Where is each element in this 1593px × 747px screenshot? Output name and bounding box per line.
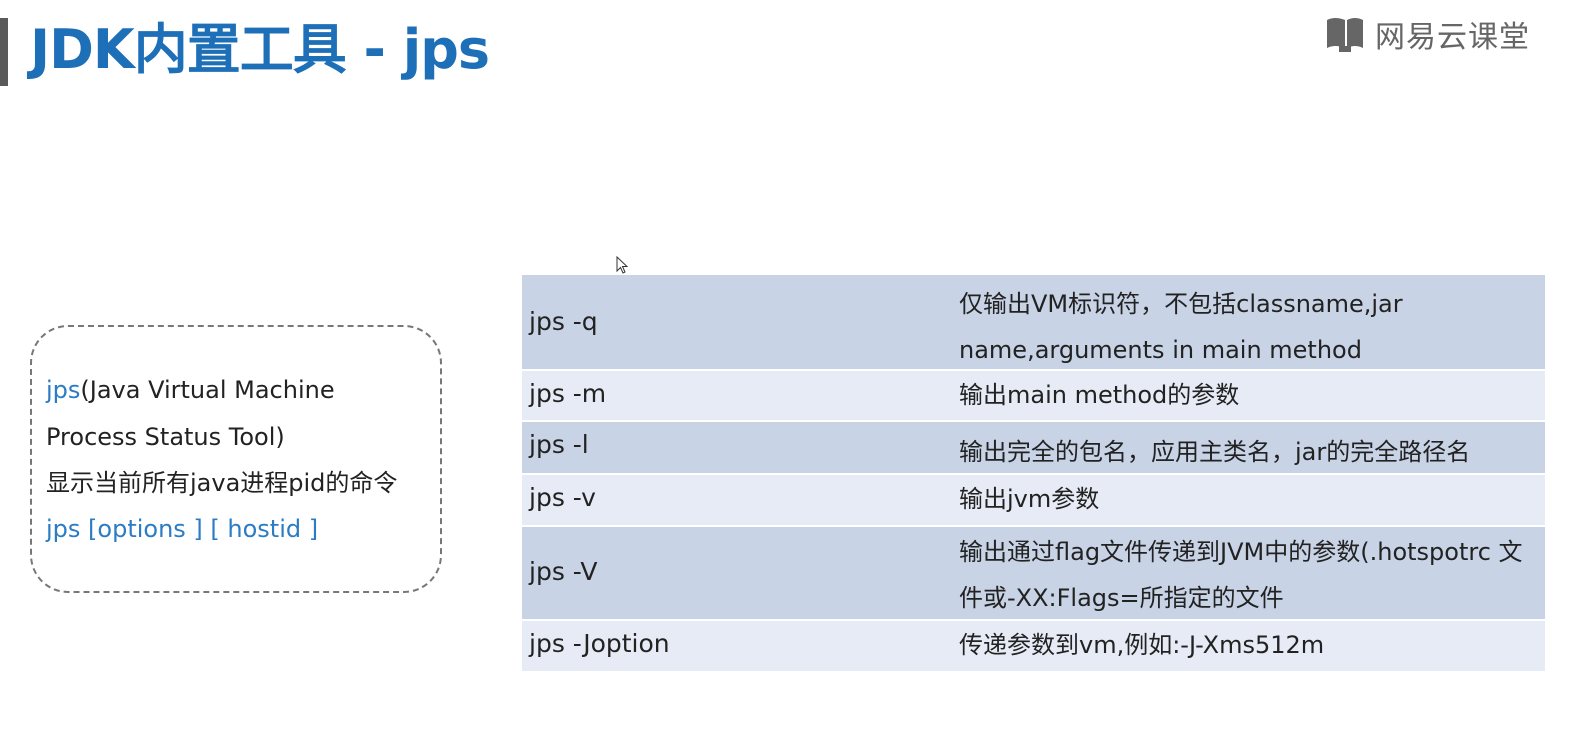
info-line-name: jps(Java Virtual Machine: [46, 373, 335, 407]
option-command: jps -V: [529, 557, 598, 586]
table-row: jps -m 输出main method的参数: [522, 371, 1545, 422]
table-row: jps -V 输出通过flag文件传递到JVM中的参数(.hotspotrc 文…: [522, 527, 1545, 621]
option-description: 输出main method的参数: [959, 381, 1240, 409]
jps-keyword: jps: [46, 376, 81, 404]
option-description: 输出通过flag文件传递到JVM中的参数(.hotspotrc 文件或-XX:F…: [959, 538, 1523, 612]
info-line-usage: jps [options ] [ hostid ]: [46, 515, 319, 543]
table-row: jps -v 输出jvm参数: [522, 475, 1545, 527]
table-row: jps -l 输出完全的包名，应用主类名，jar的完全路径名: [522, 422, 1545, 475]
option-description: 传递参数到vm,例如:-J-Xms512m: [959, 631, 1325, 659]
option-description: 输出完全的包名，应用主类名，jar的完全路径名: [959, 438, 1471, 466]
book-icon: [1327, 18, 1363, 52]
table-row: jps -q 仅输出VM标识符，不包括classname,jar name,ar…: [522, 275, 1545, 371]
option-description: 仅输出VM标识符，不包括classname,jar name,arguments…: [959, 290, 1403, 364]
title-accent-bar: [0, 18, 8, 86]
jps-fullname: (Java Virtual Machine: [80, 376, 335, 404]
option-command: jps -l: [529, 430, 589, 459]
option-command: jps -m: [529, 379, 607, 408]
mouse-pointer-icon: [616, 256, 628, 274]
info-line-name-cont: Process Status Tool): [46, 423, 285, 451]
option-command: jps -v: [529, 483, 596, 512]
brand-name: 网易云课堂: [1375, 20, 1530, 55]
options-table: jps -q 仅输出VM标识符，不包括classname,jar name,ar…: [522, 275, 1545, 673]
option-command: jps -Joption: [529, 629, 670, 658]
table-row: jps -Joption 传递参数到vm,例如:-J-Xms512m: [522, 621, 1545, 673]
option-command: jps -q: [529, 307, 598, 336]
page-title: JDK内置工具 - jps: [30, 18, 490, 81]
info-line-description: 显示当前所有java进程pid的命令: [46, 469, 398, 497]
info-box: [30, 325, 442, 593]
option-description: 输出jvm参数: [959, 485, 1100, 513]
brand-logo: 网易云课堂: [1325, 12, 1530, 56]
